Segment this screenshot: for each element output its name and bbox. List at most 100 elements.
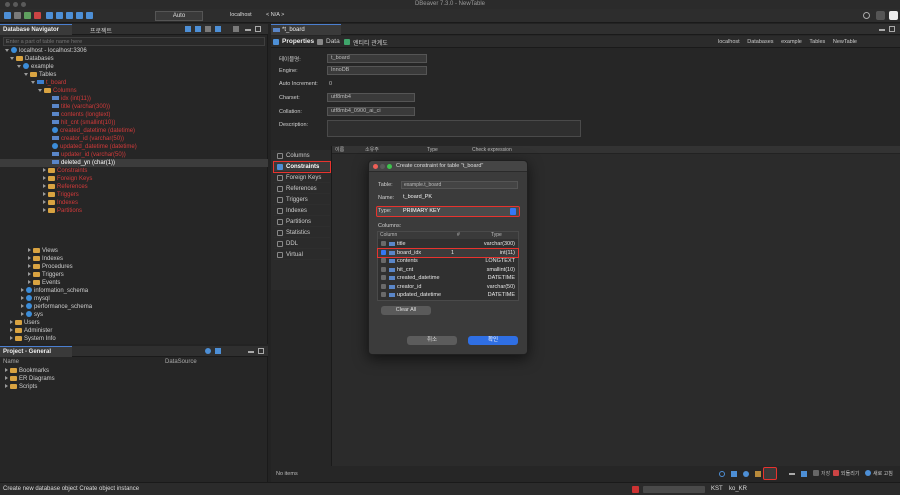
project-item-scripts[interactable]: Scripts bbox=[0, 383, 267, 391]
refresh-button[interactable]: 새로 고침 bbox=[865, 470, 893, 477]
tree-item-column[interactable]: hit_cnt (smallint(10)) bbox=[0, 119, 268, 127]
tree-item-events[interactable]: Events bbox=[0, 279, 268, 287]
breadcrumb-newtable[interactable]: NewTable bbox=[833, 39, 857, 45]
search-icon[interactable] bbox=[863, 12, 870, 19]
tree-item-users[interactable]: Users bbox=[0, 319, 268, 327]
side-tab-foreign-keys[interactable]: Foreign Keys bbox=[274, 173, 330, 183]
maximize-panel-icon[interactable] bbox=[255, 26, 261, 32]
tree-item-tables[interactable]: Tables bbox=[0, 71, 268, 79]
add-column-icon[interactable] bbox=[801, 471, 807, 477]
perspective-icon[interactable] bbox=[876, 11, 885, 20]
project-item-bookmarks[interactable]: Bookmarks bbox=[0, 367, 267, 375]
tree-item-triggers-db[interactable]: Triggers bbox=[0, 271, 268, 279]
project-toolbar-icon[interactable] bbox=[205, 348, 211, 354]
column-checkbox[interactable] bbox=[381, 258, 386, 263]
subtab-data[interactable]: Data bbox=[317, 38, 340, 45]
column-row[interactable]: creator_id varchar(50) bbox=[378, 283, 518, 291]
dialog-maximize-button[interactable] bbox=[387, 164, 392, 169]
dialog-close-button[interactable] bbox=[373, 164, 378, 169]
minimize-panel-icon[interactable] bbox=[248, 351, 254, 353]
breadcrumb-databases[interactable]: Databases bbox=[747, 39, 773, 45]
side-tab-statistics[interactable]: Statistics bbox=[274, 228, 330, 238]
view-menu-icon[interactable] bbox=[233, 26, 239, 32]
disconnect-icon[interactable] bbox=[34, 12, 41, 19]
subtab-properties[interactable]: Properties bbox=[273, 38, 314, 45]
new-connection-icon[interactable] bbox=[4, 12, 11, 19]
tab-t-board-editor[interactable]: *t_board bbox=[271, 24, 341, 35]
description-input[interactable] bbox=[327, 120, 581, 137]
column-checkbox[interactable] bbox=[381, 249, 386, 255]
engine-select[interactable]: InnoDB bbox=[327, 66, 427, 75]
column-checkbox[interactable] bbox=[381, 283, 386, 289]
tab-project-general[interactable]: Project - General bbox=[0, 346, 72, 357]
collapse-icon[interactable] bbox=[205, 26, 211, 32]
tree-item-mysql[interactable]: mysql bbox=[0, 295, 268, 303]
rollback-icon[interactable] bbox=[56, 12, 63, 19]
dialog-name-input[interactable]: t_board_PK bbox=[401, 194, 518, 202]
transaction-mode-select[interactable]: Auto bbox=[155, 11, 203, 21]
column-row[interactable]: created_datetime DATETIME bbox=[378, 274, 518, 282]
filter-icon[interactable] bbox=[731, 471, 737, 477]
search-icon[interactable] bbox=[719, 471, 725, 477]
side-tab-ddl[interactable]: DDL bbox=[274, 239, 330, 249]
tree-item-performance-schema[interactable]: performance_schema bbox=[0, 303, 268, 311]
tree-item-procedures[interactable]: Procedures bbox=[0, 263, 268, 271]
column-checkbox[interactable] bbox=[381, 266, 386, 272]
save-button[interactable]: 저장 bbox=[813, 470, 830, 477]
transaction-log-icon[interactable] bbox=[76, 12, 83, 19]
revert-button[interactable]: 되돌리기 bbox=[833, 470, 859, 477]
tree-item-column[interactable]: creator_id (varchar(50)) bbox=[0, 135, 268, 143]
tab-database-navigator[interactable]: Database Navigator bbox=[0, 24, 72, 35]
grid-header-type[interactable]: Type bbox=[427, 146, 438, 154]
grid-header-check[interactable]: Check expression bbox=[472, 146, 512, 154]
subtab-er-diagram[interactable]: 엔티티 관계도 bbox=[344, 38, 388, 47]
add-icon[interactable] bbox=[743, 471, 749, 477]
edit-icon[interactable] bbox=[755, 471, 761, 477]
link-icon[interactable] bbox=[215, 26, 221, 32]
column-row[interactable]: title varchar(300) bbox=[378, 240, 518, 248]
schema-selector[interactable]: < N/A > bbox=[266, 12, 284, 18]
tree-item-system-info[interactable]: System Info bbox=[0, 335, 268, 343]
create-new-object-button[interactable] bbox=[763, 467, 777, 480]
breadcrumb-example[interactable]: example bbox=[781, 39, 802, 45]
grid-header-owner[interactable]: 소유주 bbox=[365, 146, 379, 154]
cancel-button[interactable]: 취소 bbox=[407, 336, 457, 345]
tree-item-foreign-keys[interactable]: Foreign Keys bbox=[0, 175, 268, 183]
tree-item-column[interactable]: title (varchar(300)) bbox=[0, 103, 268, 111]
tree-item-column[interactable]: created_datetime (datetime) bbox=[0, 127, 268, 135]
tree-item-information-schema[interactable]: information_schema bbox=[0, 287, 268, 295]
tree-item-column[interactable]: updated_datetime (datetime) bbox=[0, 143, 268, 151]
tree-item-column-selected[interactable]: deleted_yn (char(1)) bbox=[0, 159, 268, 167]
auto-increment-input[interactable]: 0 bbox=[329, 81, 332, 87]
tree-item-t-board[interactable]: t_board bbox=[0, 79, 268, 87]
tree-item-administer[interactable]: Administer bbox=[0, 327, 268, 335]
column-row[interactable]: board_idx 1 int(11) bbox=[377, 247, 519, 258]
tree-item-indexes[interactable]: Indexes bbox=[0, 199, 268, 207]
maximize-panel-icon[interactable] bbox=[258, 348, 264, 354]
side-tab-triggers[interactable]: Triggers bbox=[274, 195, 330, 205]
tree-item-triggers[interactable]: Triggers bbox=[0, 191, 268, 199]
tree-item-constraints[interactable]: Constraints bbox=[0, 167, 268, 175]
column-checkbox[interactable] bbox=[381, 275, 386, 280]
ok-button[interactable]: 확인 bbox=[468, 336, 518, 345]
transaction-mode-icon[interactable] bbox=[66, 12, 73, 19]
dbeaver-logo-icon[interactable] bbox=[889, 11, 898, 20]
tree-item-views[interactable]: Views bbox=[0, 247, 268, 255]
tree-item-column[interactable]: updater_id (varchar(50)) bbox=[0, 151, 268, 159]
tree-item-columns[interactable]: Columns bbox=[0, 87, 268, 95]
clear-all-button[interactable]: Clear All bbox=[381, 306, 431, 315]
project-item-er-diagrams[interactable]: ER Diagrams bbox=[0, 375, 267, 383]
side-tab-virtual[interactable]: Virtual bbox=[274, 250, 330, 260]
column-checkbox[interactable] bbox=[381, 241, 386, 246]
navigator-filter-input[interactable] bbox=[3, 37, 265, 46]
collation-select[interactable]: utf8mb4_0900_ai_ci bbox=[327, 107, 415, 116]
tree-item-sys[interactable]: sys bbox=[0, 311, 268, 319]
dialog-type-select[interactable]: Type: PRIMARY KEY bbox=[376, 206, 520, 217]
connect-icon[interactable] bbox=[24, 12, 31, 19]
side-tab-indexes[interactable]: Indexes bbox=[274, 206, 330, 216]
side-tab-columns[interactable]: Columns bbox=[274, 151, 330, 161]
tree-item-column[interactable]: contents (longtext) bbox=[0, 111, 268, 119]
tab-projects[interactable]: 프로젝트 bbox=[90, 26, 112, 35]
tree-item-databases[interactable]: Databases bbox=[0, 55, 268, 63]
sql-editor-icon[interactable] bbox=[14, 12, 21, 19]
